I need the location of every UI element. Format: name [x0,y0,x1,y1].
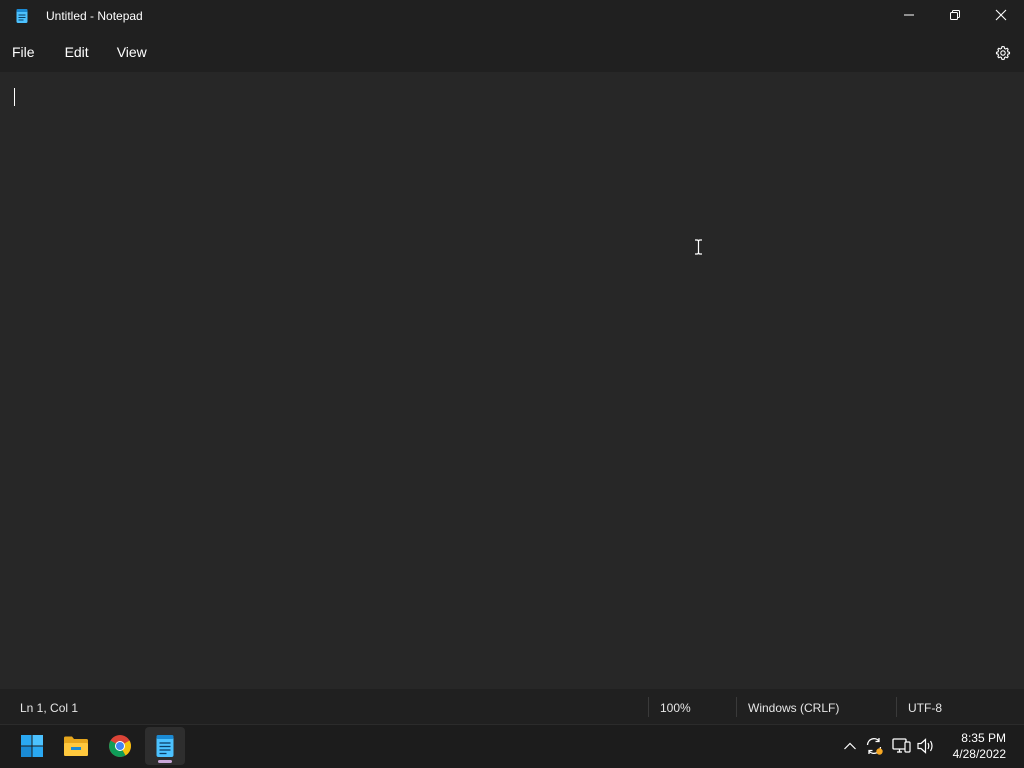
ibeam-cursor-icon [694,239,703,260]
chevron-up-icon [844,742,856,750]
system-clock[interactable]: 8:35 PM 4/28/2022 [953,730,1006,762]
file-explorer-icon [64,736,88,756]
notepad-window: Untitled - Notepad File Edit View Ln 1, … [0,0,1024,724]
title-bar[interactable]: Untitled - Notepad [0,0,1024,32]
restore-icon [950,10,960,20]
window-title: Untitled - Notepad [46,9,143,23]
text-caret [14,88,15,106]
notepad-icon [14,8,30,24]
close-icon [995,9,1007,21]
menu-bar: File Edit View [0,32,1024,72]
show-hidden-icons-button[interactable] [839,735,861,757]
status-bar: Ln 1, Col 1 100% Windows (CRLF) UTF-8 [0,689,1024,724]
network-icon [892,738,911,753]
sync-icon [866,738,883,755]
notepad-taskbar-button[interactable] [145,727,185,765]
windows-start-icon [21,735,43,757]
menu-view[interactable]: View [107,38,157,66]
menu-file[interactable]: File [2,38,45,66]
restore-button[interactable] [932,0,978,30]
active-app-indicator [158,760,172,763]
encoding[interactable]: UTF-8 [908,701,942,715]
status-divider [648,697,649,717]
text-editor[interactable] [0,72,1024,689]
clock-time: 8:35 PM [961,731,1006,745]
gear-icon [995,45,1011,61]
file-explorer-button[interactable] [56,727,96,765]
volume-button[interactable] [915,735,937,757]
menu-edit[interactable]: Edit [55,38,99,66]
sync-status-button[interactable] [863,735,885,757]
close-button[interactable] [978,0,1024,30]
settings-button[interactable] [990,40,1016,66]
clock-date: 4/28/2022 [952,747,1006,761]
chrome-icon [109,735,131,757]
network-button[interactable] [890,735,912,757]
zoom-level[interactable]: 100% [660,701,691,715]
notepad-icon [156,735,174,757]
taskbar: 8:35 PM 4/28/2022 [0,724,1024,768]
minimize-icon [904,14,914,16]
volume-icon [917,738,933,754]
line-ending[interactable]: Windows (CRLF) [748,701,839,715]
window-controls [886,0,1024,30]
chrome-button[interactable] [100,727,140,765]
minimize-button[interactable] [886,0,932,30]
start-button[interactable] [12,727,52,765]
cursor-position: Ln 1, Col 1 [20,701,79,715]
status-divider [896,697,897,717]
status-divider [736,697,737,717]
